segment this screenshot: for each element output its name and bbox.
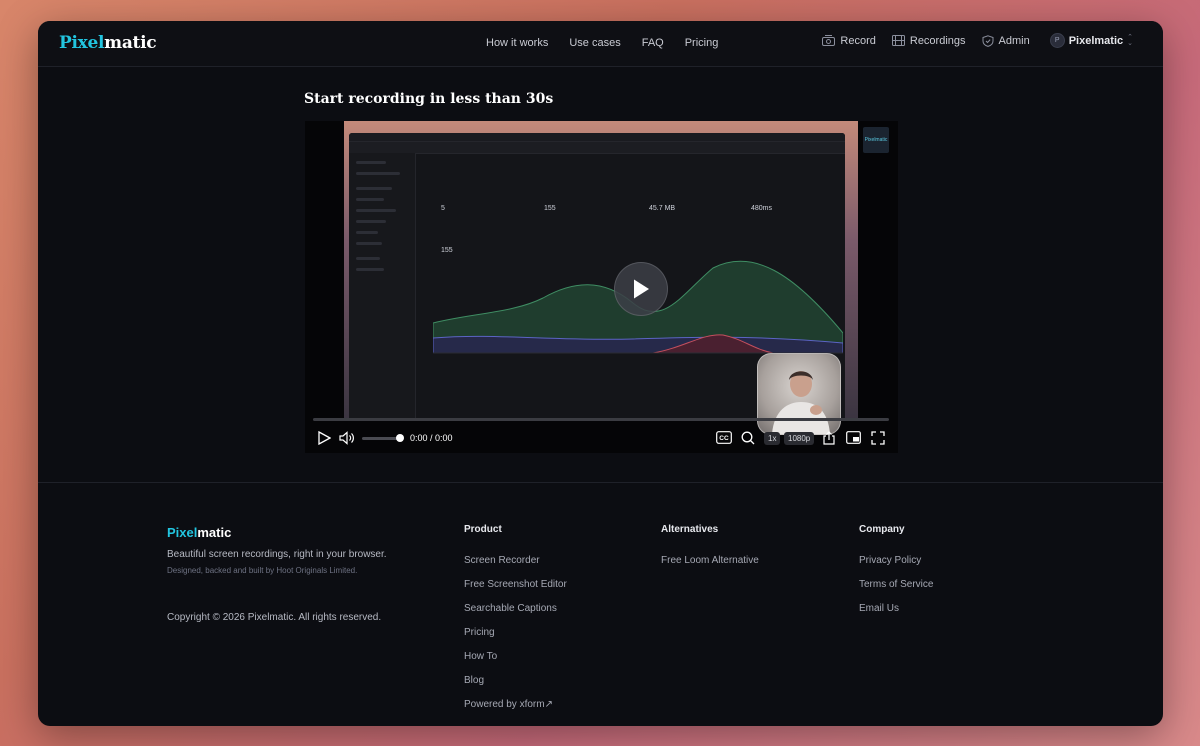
volume-slider[interactable] <box>362 437 400 440</box>
recordings-link[interactable]: Recordings <box>891 34 966 47</box>
svg-text:CC: CC <box>719 435 729 442</box>
thumb-stat: 45.7 MB <box>649 205 676 212</box>
video-player[interactable]: 5 155 45.7 MB 480ms 155 Pixelmatic 0:00 … <box>305 121 898 453</box>
video-controls: 0:00 / 0:00 CC 1x 1080p <box>305 427 898 449</box>
chevron-updown-icon: ⌃ ⌄ <box>1127 33 1133 47</box>
footer-column-product: Product Screen Recorder Free Screenshot … <box>464 524 567 723</box>
nav-faq[interactable]: FAQ <box>642 37 664 49</box>
avatar: P <box>1049 33 1065 48</box>
webcam-bubble <box>757 353 841 435</box>
film-icon <box>891 35 905 46</box>
footer-logo[interactable]: Pixelmatic <box>167 525 231 540</box>
play-icon <box>634 279 649 299</box>
footer-logo-part-1: Pixel <box>167 525 198 540</box>
admin-link[interactable]: Admin <box>982 35 1030 47</box>
footer-heading-company: Company <box>859 524 905 535</box>
footer-logo-part-2: matic <box>197 525 232 540</box>
search-icon[interactable] <box>741 431 755 445</box>
footer-column-alternatives: Alternatives Free Loom Alternative <box>661 524 759 579</box>
nav-pricing[interactable]: Pricing <box>685 37 719 49</box>
thumb-stat: 480ms <box>751 205 773 212</box>
record-icon <box>822 35 836 46</box>
section-divider <box>38 482 1163 483</box>
footer-link-searchable-captions[interactable]: Searchable Captions <box>464 603 567 614</box>
record-label: Record <box>840 34 876 47</box>
footer-tagline: Beautiful screen recordings, right in yo… <box>167 549 387 560</box>
play-icon[interactable] <box>317 431 331 445</box>
play-button-large[interactable] <box>614 262 668 316</box>
nav-how-it-works[interactable]: How it works <box>486 37 548 49</box>
share-icon[interactable] <box>822 431 836 445</box>
main-nav: How it works Use cases FAQ Pricing <box>486 37 739 49</box>
copyright: Copyright © 2026 Pixelmatic. All rights … <box>167 612 382 623</box>
footer-link-loom-alternative[interactable]: Free Loom Alternative <box>661 555 759 566</box>
thumb-stat: 5 <box>441 205 445 212</box>
footer-link-screen-recorder[interactable]: Screen Recorder <box>464 555 567 566</box>
footer-link-terms[interactable]: Terms of Service <box>859 579 933 590</box>
logo-part-2: matic <box>104 33 157 53</box>
footer-link-blog[interactable]: Blog <box>464 675 567 686</box>
thumbnail-sidebar <box>349 153 416 421</box>
user-name: Pixelmatic <box>1068 34 1124 47</box>
footer-link-screenshot-editor[interactable]: Free Screenshot Editor <box>464 579 567 590</box>
user-nav: Record Recordings Admin P Pixelmatic ⌃ ⌄ <box>806 33 1133 48</box>
person-image <box>772 371 830 434</box>
logo[interactable]: Pixelmatic <box>59 33 157 53</box>
thumb-stat: 155 <box>544 205 556 212</box>
logo-part-1: Pixel <box>59 33 105 53</box>
user-menu[interactable]: P Pixelmatic ⌃ ⌄ <box>1049 33 1133 48</box>
recordings-label: Recordings <box>909 34 966 47</box>
video-progress-bar[interactable] <box>313 418 889 421</box>
record-link[interactable]: Record <box>822 34 876 47</box>
footer-heading-product: Product <box>464 524 502 535</box>
fullscreen-icon[interactable] <box>871 431 885 445</box>
admin-label: Admin <box>998 34 1030 47</box>
time-display: 0:00 / 0:00 <box>410 433 453 443</box>
quality-button[interactable]: 1080p <box>784 432 815 445</box>
shield-icon <box>982 34 994 47</box>
app-window: Pixelmatic How it works Use cases FAQ Pr… <box>38 21 1163 726</box>
volume-icon[interactable] <box>339 431 355 445</box>
footer-link-how-to[interactable]: How To <box>464 651 567 662</box>
footer-credit: Designed, backed and built by Hoot Origi… <box>167 566 358 575</box>
footer-link-powered-by[interactable]: Powered by xform↗ <box>464 699 567 710</box>
playback-speed-button[interactable]: 1x <box>764 432 781 445</box>
thumb-logo: Pixelmatic <box>863 127 889 153</box>
volume-slider-handle[interactable] <box>396 434 404 442</box>
footer-link-privacy[interactable]: Privacy Policy <box>859 555 933 566</box>
footer-heading-alternatives: Alternatives <box>661 524 719 535</box>
footer-link-pricing[interactable]: Pricing <box>464 627 567 638</box>
captions-icon[interactable]: CC <box>716 431 732 444</box>
footer-link-email[interactable]: Email Us <box>859 603 933 614</box>
nav-use-cases[interactable]: Use cases <box>569 37 620 49</box>
page-title: Start recording in less than 30s <box>304 91 554 107</box>
footer-column-company: Company Privacy Policy Terms of Service … <box>859 524 933 627</box>
picture-in-picture-icon[interactable] <box>846 431 861 444</box>
top-navbar: Pixelmatic How it works Use cases FAQ Pr… <box>38 21 1163 67</box>
